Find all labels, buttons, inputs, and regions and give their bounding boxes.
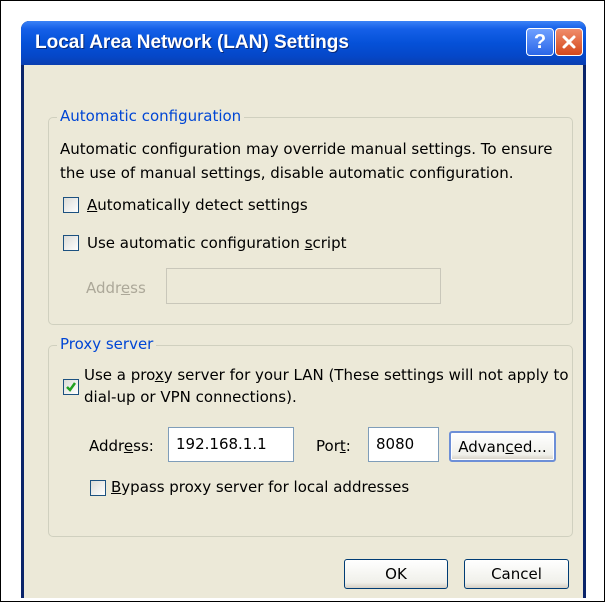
use-proxy-label-line2[interactable]: dial-up or VPN connections). [84,388,297,406]
auto-config-address-input[interactable] [166,268,441,304]
auto-config-script-checkbox[interactable] [63,235,79,251]
bypass-local-label[interactable]: Bypass proxy server for local addresses [111,478,409,496]
close-icon [562,35,576,49]
auto-config-address-label: Address [86,279,146,297]
close-button[interactable] [555,28,583,56]
proxy-port-label: Port: [316,437,351,455]
auto-config-script-label[interactable]: Use automatic configuration script [87,234,347,252]
proxy-address-input[interactable]: 192.168.1.1 [168,427,294,462]
use-proxy-label-line1[interactable]: Use a proxy server for your LAN (These s… [84,366,569,384]
auto-detect-label[interactable]: Automatically detect settings [87,196,308,214]
help-icon: ? [533,31,547,53]
automatic-configuration-legend: Automatic configuration [57,107,245,125]
automatic-configuration-description: Automatic configuration may override man… [60,140,553,182]
lan-settings-dialog: Local Area Network (LAN) Settings ? Auto… [21,21,586,598]
auto-detect-checkbox[interactable] [63,197,79,213]
ok-button[interactable]: OK [344,559,448,589]
checkmark-icon [66,382,77,392]
cancel-button[interactable]: Cancel [464,559,569,589]
title-bar[interactable]: Local Area Network (LAN) Settings ? [21,21,586,65]
proxy-port-input[interactable]: 8080 [368,427,439,462]
advanced-button[interactable]: Advan c ed... [449,431,556,462]
proxy-address-label: Address: [89,437,154,455]
proxy-server-legend: Proxy server [57,335,157,353]
window-title: Local Area Network (LAN) Settings [35,32,349,53]
frame-top-border [0,0,605,1]
help-button[interactable]: ? [526,28,554,56]
frame-left-border [0,0,1,602]
bypass-local-checkbox[interactable] [90,480,106,496]
dialog-client-area: Automatic configuration Automatic config… [24,65,583,598]
use-proxy-checkbox[interactable] [63,379,79,395]
